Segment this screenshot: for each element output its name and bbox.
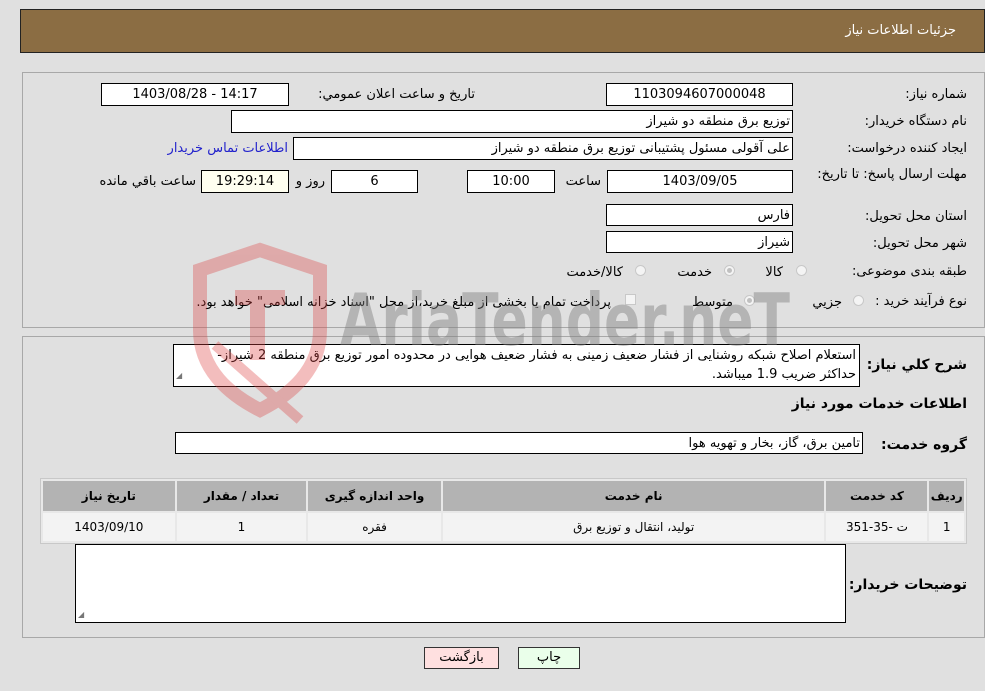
services-section-title: اطلاعات خدمات مورد نیاز	[791, 396, 967, 412]
service-group-label: گروه خدمت:	[881, 437, 967, 453]
col-row-number: ردیف	[929, 481, 964, 511]
col-unit: واحد اندازه گیری	[308, 481, 441, 511]
process-radio-minor[interactable]	[853, 295, 864, 306]
need-number-label: شماره نیاز:	[905, 87, 967, 102]
cell-service-code: ت -35-351	[826, 513, 928, 541]
category-option-goods-service: کالا/خدمت	[566, 265, 623, 280]
treasury-note: پرداخت تمام یا بخشی از مبلغ خرید،از محل …	[196, 295, 611, 310]
service-group-field: تامین برق، گاز، بخار و تهویه هوا	[175, 432, 863, 454]
process-radio-medium[interactable]	[744, 295, 755, 306]
table-row: 1 ت -35-351 تولید، انتقال و توزیع برق فق…	[43, 513, 964, 541]
category-option-service: خدمت	[677, 265, 712, 280]
city-label: شهر محل تحویل:	[872, 236, 967, 251]
need-number-field: 1103094607000048	[606, 83, 793, 106]
creator-label: ایجاد کننده درخواست:	[847, 141, 967, 156]
description-text: استعلام اصلاح شبکه روشنایی از فشار ضعیف …	[217, 348, 856, 382]
deadline-date-field: 1403/09/05	[607, 170, 793, 193]
process-option-minor: جزيي	[812, 295, 842, 310]
remaining-label: ساعت باقي مانده	[99, 174, 196, 189]
col-quantity: تعداد / مقدار	[176, 481, 307, 511]
col-service-name: نام خدمت	[442, 481, 825, 511]
remaining-time-field: 19:29:14	[201, 170, 289, 193]
announce-datetime-field: 1403/08/28 - 14:17	[101, 83, 289, 106]
description-textarea[interactable]: استعلام اصلاح شبکه روشنایی از فشار ضعیف …	[173, 344, 860, 387]
city-field: شیراز	[606, 231, 793, 253]
process-label: نوع فرآیند خرید :	[875, 294, 967, 309]
province-field: فارس	[606, 204, 793, 226]
resize-handle-icon[interactable]: ◢	[176, 366, 182, 385]
province-label: استان محل تحویل:	[865, 209, 967, 224]
process-option-medium: متوسط	[692, 295, 733, 310]
announce-label: تاریخ و ساعت اعلان عمومي:	[318, 87, 475, 102]
category-option-goods: کالا	[765, 265, 783, 280]
cell-need-date: 1403/09/10	[43, 513, 175, 541]
category-label: طبقه بندی موضوعی:	[851, 264, 967, 279]
cell-row-number: 1	[929, 513, 964, 541]
back-button[interactable]: بازگشت	[424, 647, 499, 669]
treasury-checkbox[interactable]	[625, 294, 636, 305]
page-header: جزئیات اطلاعات نیاز	[20, 9, 985, 53]
print-button[interactable]: چاپ	[518, 647, 580, 669]
col-service-code: کد خدمت	[826, 481, 928, 511]
description-label: شرح كلي نياز:	[866, 357, 967, 373]
cell-quantity: 1	[176, 513, 307, 541]
cell-unit: فقره	[308, 513, 441, 541]
category-radio-goods[interactable]	[796, 265, 807, 276]
remaining-days-field: 6	[331, 170, 418, 193]
buyer-notes-textarea[interactable]	[75, 544, 846, 623]
page-title: جزئیات اطلاعات نیاز	[845, 23, 956, 38]
col-need-date: تاریخ نیاز	[43, 481, 175, 511]
services-table: ردیف کد خدمت نام خدمت واحد اندازه گیری ت…	[40, 478, 967, 544]
buyer-org-label: نام دستگاه خریدار:	[864, 114, 967, 129]
table-header-row: ردیف کد خدمت نام خدمت واحد اندازه گیری ت…	[43, 481, 964, 511]
cell-service-name: تولید، انتقال و توزیع برق	[442, 513, 825, 541]
category-radio-goods-service[interactable]	[635, 265, 646, 276]
creator-field: علی آقولی مسئول پشتیبانی توزیع برق منطقه…	[293, 137, 793, 160]
buyer-notes-label: توضیحات خریدار:	[848, 577, 967, 593]
deadline-label: مهلت ارسال پاسخ: تا تاریخ:	[817, 167, 967, 182]
buyer-contact-link[interactable]: اطلاعات تماس خریدار	[168, 141, 288, 156]
resize-handle-icon[interactable]: ◢	[78, 610, 84, 619]
days-label: روز و	[295, 174, 325, 189]
buyer-org-field: توزیع برق منطقه دو شیراز	[231, 110, 793, 133]
deadline-time-label: ساعت	[565, 174, 601, 189]
category-radio-service[interactable]	[724, 265, 735, 276]
deadline-time-field: 10:00	[467, 170, 555, 193]
